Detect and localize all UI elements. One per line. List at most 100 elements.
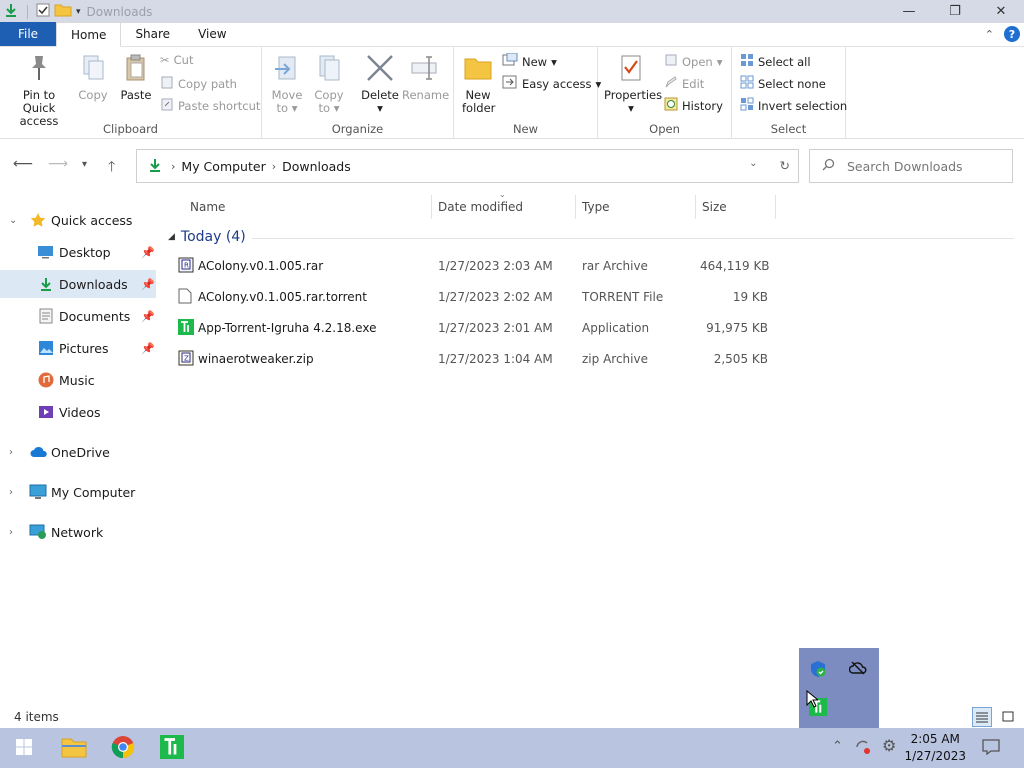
new-item-button[interactable]: New ▾	[502, 52, 557, 70]
sidebar-item-downloads[interactable]: Downloads 📌	[0, 270, 156, 298]
sidebar-item-my-computer[interactable]: › My Computer	[0, 478, 156, 506]
tab-view[interactable]: View	[184, 22, 240, 46]
group-header-today[interactable]: ◢ Today (4)	[168, 229, 246, 245]
column-header-name[interactable]: Name	[182, 195, 432, 219]
breadcrumb-separator[interactable]: ›	[171, 160, 175, 173]
customize-toolbar-icon[interactable]: ▾	[76, 7, 81, 17]
select-none-button[interactable]: Select none	[740, 75, 826, 92]
clipboard-group-label: Clipboard	[103, 122, 158, 136]
recent-locations-chevron-icon[interactable]: ▾	[82, 159, 87, 170]
security-shield-icon[interactable]	[809, 660, 827, 681]
sidebar-item-quick-access[interactable]: ⌄ Quick access	[0, 206, 156, 234]
open-group: Properties ▾ Open ▾ Edit History Open	[598, 47, 732, 139]
sidebar-item-desktop[interactable]: Desktop 📌	[0, 238, 156, 266]
open-button[interactable]: Open ▾	[664, 53, 723, 70]
paste-shortcut-button[interactable]: Paste shortcut	[160, 97, 260, 114]
pin-icon[interactable]: 📌	[141, 310, 155, 323]
tab-share[interactable]: Share	[121, 22, 184, 46]
new-folder-button[interactable]: New folder	[462, 53, 495, 115]
edit-button[interactable]: Edit	[664, 75, 704, 92]
new-item-icon	[502, 52, 518, 70]
column-header-date-modified[interactable]: Date modified	[430, 195, 576, 219]
search-icon	[822, 158, 835, 174]
copy-path-button[interactable]: Copy path	[160, 75, 237, 92]
group-collapse-icon[interactable]: ◢	[168, 232, 175, 242]
history-button[interactable]: History	[664, 97, 723, 114]
paste-button[interactable]: Paste	[118, 53, 154, 102]
sidebar-item-music[interactable]: Music	[0, 366, 156, 394]
table-row[interactable]: AColony.v0.1.005.rar.torrent 1/27/2023 2…	[160, 283, 1024, 311]
pin-icon[interactable]: 📌	[141, 246, 155, 259]
sidebar-item-network[interactable]: › Network	[0, 518, 156, 546]
sidebar-item-videos[interactable]: Videos	[0, 398, 156, 426]
taskbar-chrome[interactable]	[99, 728, 147, 768]
select-all-button[interactable]: Select all	[740, 53, 811, 70]
address-bar[interactable]: › My Computer › Downloads ⌄ ↻	[136, 149, 799, 183]
table-row[interactable]: Z winaerotweaker.zip 1/27/2023 1:04 AM z…	[160, 345, 1024, 373]
desktop-icon	[37, 245, 54, 262]
cut-button[interactable]: ✂ Cut	[160, 53, 193, 67]
easy-access-button[interactable]: Easy access ▾	[502, 75, 601, 92]
pin-quick-access-button[interactable]: Pin to Quick access	[6, 53, 72, 128]
system-clock[interactable]: 2:05 AM 1/27/2023	[904, 731, 966, 765]
table-row[interactable]: App-Torrent-Igruha 4.2.18.exe 1/27/2023 …	[160, 314, 1024, 342]
show-hidden-icons-chevron-icon[interactable]: ⌃	[832, 739, 843, 754]
breadcrumb-downloads[interactable]: Downloads	[282, 159, 351, 174]
sync-status-icon[interactable]	[854, 739, 872, 759]
chrome-icon	[111, 735, 135, 762]
pin-icon[interactable]: 📌	[141, 342, 155, 355]
large-icons-view-icon[interactable]	[998, 707, 1018, 727]
rename-button[interactable]: Rename	[402, 53, 449, 102]
search-box[interactable]: Search Downloads	[809, 149, 1013, 183]
breadcrumb-separator[interactable]: ›	[272, 160, 276, 173]
sidebar-item-onedrive[interactable]: › OneDrive	[0, 438, 156, 466]
address-dropdown-icon[interactable]: ⌄	[749, 158, 757, 173]
forward-arrow-icon[interactable]: ⟶	[48, 156, 68, 172]
tab-home[interactable]: Home	[56, 22, 122, 47]
move-to-button[interactable]: Move to ▾	[270, 53, 304, 115]
window-title: Downloads	[86, 4, 153, 19]
collapse-ribbon-icon[interactable]: ⌃	[985, 28, 994, 41]
onedrive-offline-icon[interactable]	[848, 660, 867, 679]
refresh-icon[interactable]: ↻	[780, 158, 790, 173]
back-arrow-icon[interactable]: ⟵	[13, 156, 33, 172]
taskbar-torrent-app[interactable]	[148, 728, 196, 768]
close-button[interactable]: ✕	[978, 0, 1024, 23]
properties-quick-icon[interactable]	[36, 3, 50, 20]
rename-icon	[402, 53, 446, 86]
chevron-right-icon[interactable]: ›	[9, 447, 13, 458]
tab-file[interactable]: File	[0, 22, 56, 46]
chevron-right-icon[interactable]: ›	[9, 527, 13, 538]
search-input[interactable]: Search Downloads	[847, 159, 963, 174]
chevron-down-icon[interactable]: ⌄	[9, 215, 17, 226]
minimize-button[interactable]: —	[886, 0, 932, 23]
mouse-cursor-icon	[806, 689, 820, 711]
chevron-right-icon[interactable]: ›	[9, 487, 13, 498]
column-header-type[interactable]: Type	[574, 195, 696, 219]
copy-button[interactable]: Copy	[76, 53, 110, 102]
column-header-size[interactable]: Size	[694, 195, 776, 219]
table-row[interactable]: R AColony.v0.1.005.rar 1/27/2023 2:03 AM…	[160, 252, 1024, 280]
folder-icon	[61, 736, 87, 761]
breadcrumb-my-computer[interactable]: My Computer	[181, 159, 265, 174]
delete-button[interactable]: Delete ▾	[360, 53, 400, 115]
properties-button[interactable]: Properties ▾	[604, 53, 662, 115]
ribbon: Pin to Quick access Copy Paste ✂ Cut Cop…	[0, 47, 1024, 139]
sidebar-item-documents[interactable]: Documents 📌	[0, 302, 156, 330]
maximize-button[interactable]: ❐	[932, 0, 978, 23]
up-arrow-icon[interactable]: 🡑	[108, 156, 115, 180]
start-button[interactable]	[0, 728, 48, 768]
help-icon[interactable]: ?	[1004, 26, 1020, 42]
clipboard-group: Pin to Quick access Copy Paste ✂ Cut Cop…	[0, 47, 262, 139]
torrent-app-icon	[178, 319, 194, 338]
details-view-icon[interactable]	[972, 707, 992, 727]
settings-gear-icon[interactable]: ⚙	[882, 736, 896, 755]
downloads-icon	[3, 2, 19, 21]
notifications-icon[interactable]	[982, 739, 1000, 759]
taskbar-file-explorer[interactable]	[50, 728, 98, 768]
copy-to-button[interactable]: Copy to ▾	[312, 53, 346, 115]
pin-icon[interactable]: 📌	[141, 278, 155, 291]
new-folder-quick-icon[interactable]	[54, 3, 72, 20]
sidebar-item-pictures[interactable]: Pictures 📌	[0, 334, 156, 362]
invert-selection-button[interactable]: Invert selection	[740, 97, 847, 114]
